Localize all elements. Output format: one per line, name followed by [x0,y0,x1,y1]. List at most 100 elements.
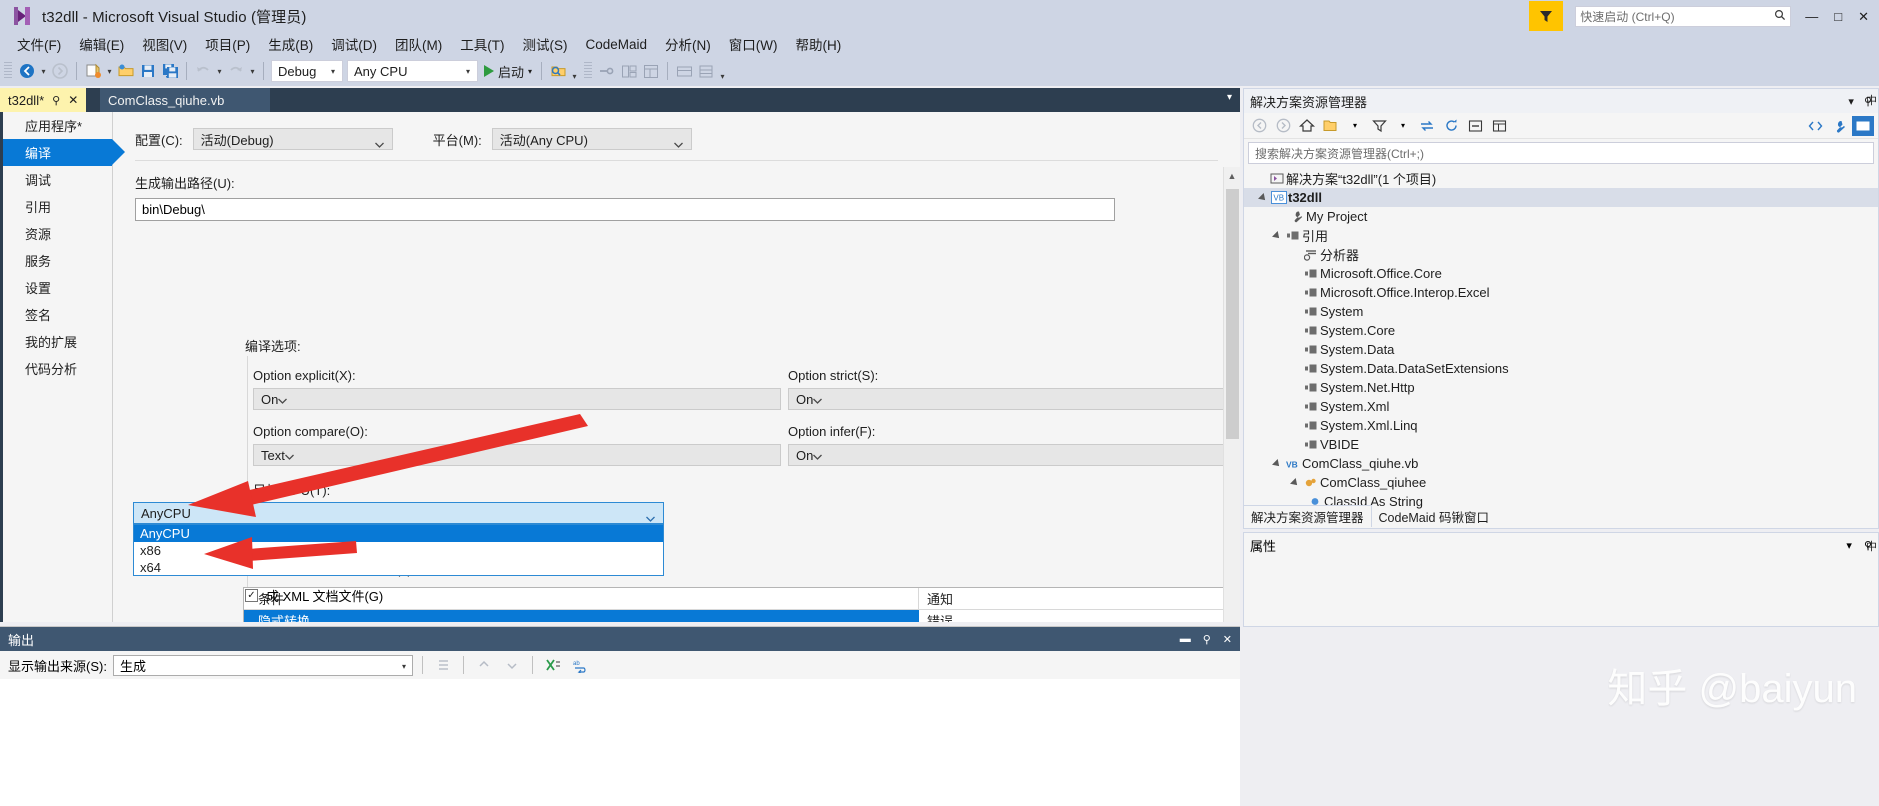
tree-node-reference[interactable]: System [1244,302,1878,321]
option-strict-dropdown[interactable]: On [788,388,1240,410]
output-path-input[interactable]: bin\Debug\ [135,198,1115,221]
target-cpu-option-x86[interactable]: x86 [134,542,663,559]
expander-expanded-icon[interactable] [1270,230,1284,241]
new-project-caret[interactable]: ▾ [104,60,115,82]
nav-item-compile[interactable]: 编译 [3,139,125,166]
table-row[interactable]: 隐式转换 错误 [244,610,1240,622]
nav-item-debug[interactable]: 调试 [3,166,112,193]
maximize-button[interactable]: □ [1834,10,1842,23]
wrench-icon[interactable] [1828,115,1850,137]
chevron-down-icon[interactable]: ▾ [1344,115,1366,137]
tab-solution-explorer[interactable]: 解决方案资源管理器 [1243,505,1372,527]
tree-node-solution[interactable]: 解决方案“t32dll”(1 个项目) [1244,169,1878,188]
save-all-icon[interactable] [159,60,181,82]
tree-node-comclass-qiuhe-vb[interactable]: VB ComClass_qiuhe.vb [1244,454,1878,473]
tree-node-t32dll[interactable]: VB t32dll [1244,188,1878,207]
checkbox-box[interactable]: ✓ [245,589,258,602]
minimize-button[interactable]: — [1805,10,1818,23]
nav-item-resources[interactable]: 资源 [3,220,112,247]
new-project-icon[interactable] [82,60,104,82]
menu-edit[interactable]: 编辑(E) [70,32,133,56]
scroll-up-icon[interactable]: ▲ [1224,167,1240,184]
tree-node-analyzers[interactable]: 分析器 [1244,245,1878,264]
nav-item-application[interactable]: 应用程序* [3,112,112,139]
save-icon[interactable] [137,60,159,82]
chevron-down-icon[interactable]: ▾ [1848,95,1854,108]
tree-node-reference[interactable]: System.Xml.Linq [1244,416,1878,435]
quick-launch-input[interactable]: 快速启动 (Ctrl+Q) [1575,5,1792,27]
find-caret[interactable]: ▾ [569,65,580,87]
menu-help[interactable]: 帮助(H) [787,32,851,56]
expander-expanded-icon[interactable] [1270,458,1284,469]
tree-node-my-project[interactable]: My Project [1244,207,1878,226]
chevron-down-icon-2[interactable]: ▾ [1392,115,1414,137]
warnings-cell-notification[interactable]: 错误 [919,610,1240,622]
funnel-icon[interactable] [1529,1,1564,31]
close-icon[interactable]: ✕ [1223,633,1232,646]
close-icon[interactable]: ✕ [68,93,78,107]
tree-node-reference[interactable]: Microsoft.Office.Core [1244,264,1878,283]
nav-item-settings[interactable]: 设置 [3,274,112,301]
toolbar-grip[interactable] [4,62,12,80]
show-all-files-icon[interactable] [1320,115,1342,137]
home-icon[interactable] [1296,115,1318,137]
tree-node-references[interactable]: 引用 [1244,226,1878,245]
nav-item-services[interactable]: 服务 [3,247,112,274]
tab-comclass-qiuhe[interactable]: ComClass_qiuhe.vb [100,88,270,112]
menu-view[interactable]: 视图(V) [133,32,196,56]
tree-node-reference[interactable]: System.Data.DataSetExtensions [1244,359,1878,378]
sync-icon[interactable] [1416,115,1438,137]
menu-tools[interactable]: 工具(T) [451,32,513,56]
expander-expanded-icon[interactable] [1288,477,1302,488]
refresh-icon[interactable] [1440,115,1462,137]
tree-node-reference[interactable]: System.Net.Http [1244,378,1878,397]
menu-build[interactable]: 生成(B) [259,32,322,56]
find-in-files-icon[interactable] [547,60,569,82]
arrow-back-icon[interactable] [16,60,38,82]
menu-file[interactable]: 文件(F) [8,32,70,56]
toolbar-overflow-caret[interactable]: ▾ [717,65,728,87]
collapse-all-icon[interactable] [1464,115,1486,137]
pin-icon[interactable]: ⚲ [52,94,60,107]
nav-item-my-extensions[interactable]: 我的扩展 [3,328,112,355]
option-infer-dropdown[interactable]: On [788,444,1240,466]
toolbar-grip-2[interactable] [584,62,593,80]
solution-explorer-search-input[interactable]: 搜索解决方案资源管理器(Ctrl+;) [1248,142,1874,164]
nav-item-references[interactable]: 引用 [3,193,112,220]
target-cpu-option-x64[interactable]: x64 [134,559,663,576]
properties-window-icon[interactable] [1488,115,1510,137]
checkbox-generate-xml-doc[interactable]: ✓ 成 XML 文档文件(G) [245,586,383,605]
solution-explorer-active-button[interactable] [1852,115,1874,136]
clear-all-icon[interactable] [542,654,564,676]
filter-icon[interactable] [1368,115,1390,137]
menu-team[interactable]: 团队(M) [386,32,451,56]
target-cpu-dropdown[interactable]: AnyCPU [133,502,664,524]
tree-node-reference[interactable]: System.Xml [1244,397,1878,416]
option-explicit-dropdown[interactable]: On [253,388,781,410]
minimize-icon[interactable]: ▬ [1180,633,1191,645]
view-code-icon[interactable] [1804,115,1826,137]
menu-window[interactable]: 窗口(W) [720,32,787,56]
properties-page-scrollbar[interactable]: ▲ [1223,167,1240,622]
tab-t32dll[interactable]: t32dll* ⚲ ✕ [0,88,87,112]
menu-analyze[interactable]: 分析(N) [656,32,720,56]
platform-combo[interactable]: Any CPU ▾ [347,60,478,82]
word-wrap-icon[interactable]: ab [570,654,592,676]
tree-node-reference[interactable]: System.Data [1244,340,1878,359]
close-button[interactable]: ✕ [1858,10,1869,23]
back-dropdown-caret[interactable]: ▾ [38,60,49,82]
docked-panel-edge-1[interactable]: 中 [1866,92,1877,108]
tree-node-reference[interactable]: VBIDE [1244,435,1878,454]
pin-icon[interactable]: ⚲ [1203,633,1211,646]
chevron-down-icon[interactable]: ▾ [1227,92,1232,103]
tree-node-reference[interactable]: System.Core [1244,321,1878,340]
open-folder-icon[interactable] [115,60,137,82]
tree-node-comclass-qiuhee[interactable]: ComClass_qiuhee [1244,473,1878,492]
menu-project[interactable]: 项目(P) [196,32,259,56]
docked-panel-edge-2[interactable]: 中 [1866,538,1877,554]
output-text-area[interactable] [0,679,1240,806]
configuration-dropdown[interactable]: 活动(Debug) [192,128,393,150]
menu-test[interactable]: 测试(S) [514,32,577,56]
target-cpu-option-anycpu[interactable]: AnyCPU [134,525,663,542]
menu-codemaid[interactable]: CodeMaid [577,35,657,54]
